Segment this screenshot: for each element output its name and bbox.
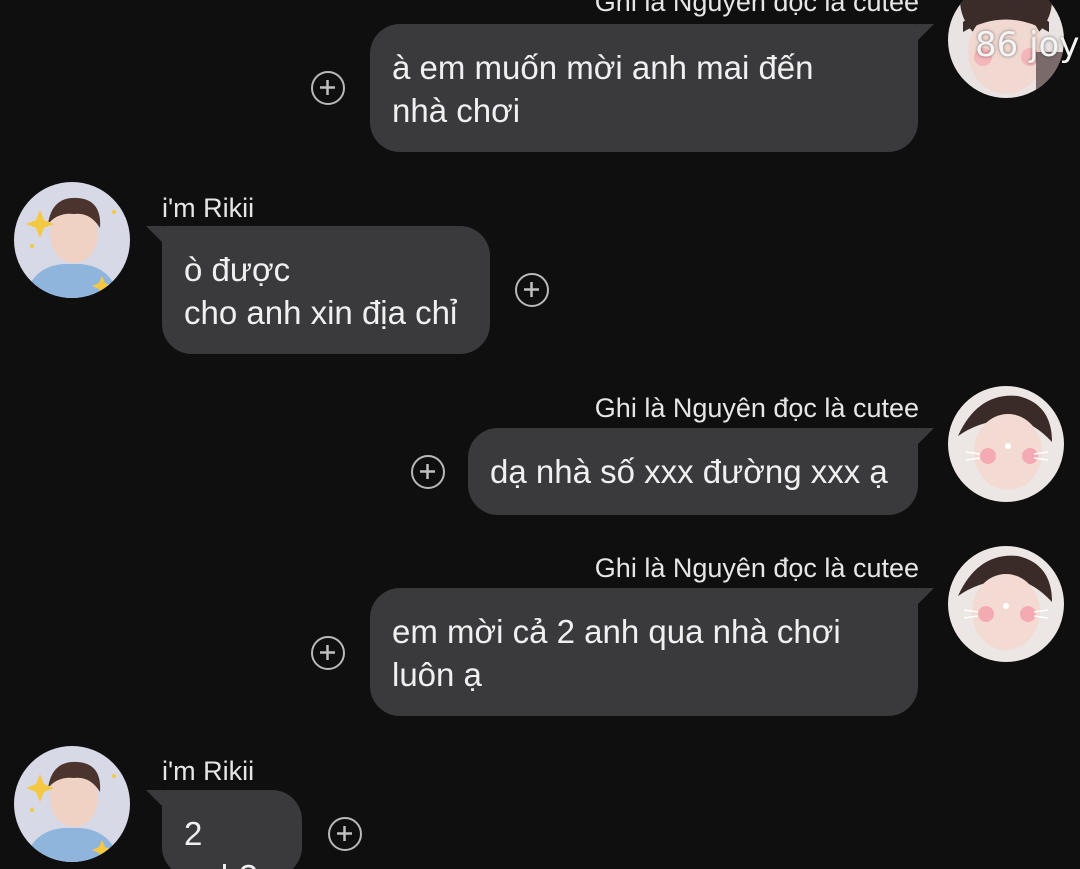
add-reaction-button[interactable] (411, 455, 445, 489)
message-bubble[interactable]: ò được cho anh xin địa chỉ (146, 226, 490, 354)
add-reaction-icon (320, 645, 335, 660)
add-reaction-icon (420, 464, 435, 479)
add-reaction-button[interactable] (328, 817, 362, 851)
sender-name: Ghi là Nguyên đọc là cutee (594, 0, 919, 17)
avatar-rikii[interactable] (14, 182, 130, 298)
sender-name: i'm Rikii (162, 756, 255, 786)
message-bubble[interactable]: 2 anh? (146, 790, 302, 869)
avatar-nguyen[interactable] (948, 386, 1064, 502)
add-reaction-icon (320, 80, 335, 95)
sender-name: Ghi là Nguyên đọc là cutee (594, 553, 919, 583)
profile-photo-icon (948, 546, 1064, 662)
message-bubble[interactable]: dạ nhà số xxx đường xxx ạ (468, 428, 934, 515)
message-bubble[interactable]: à em muốn mời anh mai đến nhà chơi (370, 24, 934, 152)
avatar-rikii[interactable] (14, 746, 130, 862)
sender-name: i'm Rikii (162, 193, 255, 223)
avatar-nguyen[interactable] (948, 546, 1064, 662)
sender-name: Ghi là Nguyên đọc là cutee (594, 393, 919, 423)
add-reaction-icon (524, 282, 539, 297)
profile-photo-icon (948, 386, 1064, 502)
message-bubble[interactable]: em mời cả 2 anh qua nhà chơi luôn ạ (370, 588, 934, 716)
avatar-overlay-text: 86 joy (975, 25, 1080, 65)
add-reaction-icon (337, 826, 352, 841)
profile-photo-icon (14, 182, 130, 298)
profile-photo-icon (14, 746, 130, 862)
add-reaction-button[interactable] (311, 71, 345, 105)
add-reaction-button[interactable] (515, 273, 549, 307)
add-reaction-button[interactable] (311, 636, 345, 670)
